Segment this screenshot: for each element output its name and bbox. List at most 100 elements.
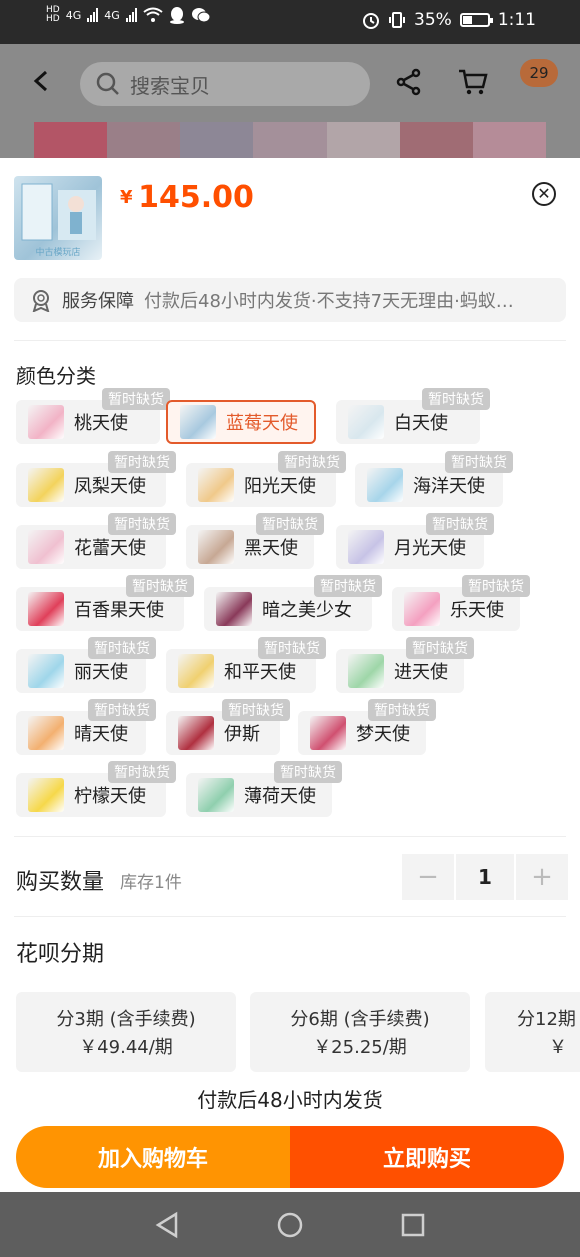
color-option-label: 进天使 — [394, 662, 448, 683]
search-bar[interactable]: 搜索宝贝 — [80, 62, 370, 106]
decrease-button[interactable]: − — [402, 854, 454, 900]
out-of-stock-tag: 暂时缺货 — [88, 637, 156, 659]
network-type-1: 4G — [65, 8, 82, 22]
installment-title: 花呗分期 — [16, 942, 105, 967]
color-option-label: 黑天使 — [244, 538, 298, 559]
network-type-2: 4G — [104, 8, 120, 22]
wechat-icon — [191, 8, 211, 23]
nav-recents-icon[interactable] — [400, 1212, 426, 1238]
color-option-chip[interactable]: 进天使 暂时缺货 — [336, 637, 474, 693]
service-text: 付款后48小时内发货·不支持7天无理由·蚂蚁… — [144, 291, 514, 312]
out-of-stock-tag: 暂时缺货 — [222, 699, 290, 721]
out-of-stock-tag: 暂时缺货 — [368, 699, 436, 721]
out-of-stock-tag: 暂时缺货 — [108, 451, 176, 473]
color-option-chip[interactable]: 乐天使 暂时缺货 — [392, 575, 530, 631]
color-option-chip[interactable]: 蓝莓天使 — [166, 400, 316, 444]
clock: 1:11 — [497, 10, 536, 30]
out-of-stock-tag: 暂时缺货 — [102, 388, 170, 410]
qq-icon — [169, 7, 184, 24]
color-option-thumbnail — [310, 716, 346, 750]
color-option-thumbnail — [216, 592, 252, 626]
vibrate-icon — [389, 12, 406, 28]
color-section-title: 颜色分类 — [16, 364, 96, 388]
divider — [14, 916, 566, 917]
out-of-stock-tag: 暂时缺货 — [462, 575, 530, 597]
signal-icon-2 — [125, 8, 137, 22]
installment-option-12[interactable]: 分12期 ￥ — [485, 992, 580, 1072]
wifi-icon — [143, 7, 163, 22]
close-icon[interactable]: ✕ — [532, 182, 556, 206]
buy-now-button[interactable]: 立即购买 — [290, 1126, 564, 1188]
badge-icon — [32, 290, 50, 312]
color-option-chip[interactable]: 桃天使 暂时缺货 — [16, 388, 170, 444]
hd-indicator: HD HD — [46, 6, 60, 24]
color-option-label: 晴天使 — [74, 724, 128, 745]
color-option-chip[interactable]: 梦天使 暂时缺货 — [298, 699, 436, 755]
nav-back-icon[interactable] — [154, 1211, 180, 1239]
out-of-stock-tag: 暂时缺货 — [426, 513, 494, 535]
color-option-label: 柠檬天使 — [74, 786, 146, 807]
thumbnail-caption: 中古模玩店 — [35, 248, 81, 258]
color-option-chip[interactable]: 花蕾天使 暂时缺货 — [16, 513, 176, 569]
service-label: 服务保障 — [62, 291, 134, 312]
color-option-chip[interactable]: 阳光天使 暂时缺货 — [186, 451, 346, 507]
color-option-label: 暗之美少女 — [262, 600, 352, 621]
color-option-thumbnail — [28, 592, 64, 626]
color-option-label: 海洋天使 — [413, 476, 485, 497]
color-option-chip[interactable]: 薄荷天使 暂时缺货 — [186, 761, 342, 817]
color-option-thumbnail — [28, 716, 64, 750]
add-to-cart-button[interactable]: 加入购物车 — [16, 1126, 290, 1188]
price-value: 145.00 — [138, 180, 254, 215]
quantity-value[interactable]: 1 — [456, 854, 514, 900]
out-of-stock-tag: 暂时缺货 — [445, 451, 513, 473]
sku-selector-sheet: 中古模玩店 ¥ 145.00 ✕ 服务保障 付款后48小时内发货·不支持7天无理… — [0, 158, 580, 1192]
color-option-thumbnail — [348, 405, 384, 439]
search-icon — [96, 72, 119, 95]
color-option-chip[interactable]: 伊斯 暂时缺货 — [166, 699, 290, 755]
increase-button[interactable]: + — [516, 854, 568, 900]
back-arrow-icon[interactable] — [30, 66, 54, 96]
installment-option-6[interactable]: 分6期 (含手续费) ￥25.25/期 — [250, 992, 470, 1072]
quantity-stepper: − 1 + — [402, 854, 568, 900]
color-option-chip[interactable]: 柠檬天使 暂时缺货 — [16, 761, 176, 817]
color-option-chip[interactable]: 海洋天使 暂时缺货 — [355, 451, 513, 507]
cart-icon[interactable] — [458, 68, 488, 96]
installment-option-3[interactable]: 分3期 (含手续费) ￥49.44/期 — [16, 992, 236, 1072]
color-option-thumbnail — [28, 530, 64, 564]
color-option-chip[interactable]: 晴天使 暂时缺货 — [16, 699, 156, 755]
status-bar: HD HD 4G 4G 35% 1:11 — [0, 0, 580, 44]
color-option-thumbnail — [28, 468, 64, 502]
color-option-chip[interactable]: 暗之美少女 暂时缺货 — [204, 575, 382, 631]
color-option-thumbnail — [348, 654, 384, 688]
color-option-chip[interactable]: 和平天使 暂时缺货 — [166, 637, 326, 693]
color-option-chip[interactable]: 百香果天使 暂时缺货 — [16, 575, 194, 631]
installment-amount: ￥ — [549, 1037, 567, 1058]
battery-percent: 35% — [414, 10, 452, 30]
color-option-chip[interactable]: 丽天使 暂时缺货 — [16, 637, 156, 693]
out-of-stock-tag: 暂时缺货 — [126, 575, 194, 597]
color-option-label: 梦天使 — [356, 724, 410, 745]
color-option-chip[interactable]: 凤梨天使 暂时缺货 — [16, 451, 176, 507]
service-guarantee[interactable]: 服务保障 付款后48小时内发货·不支持7天无理由·蚂蚁… — [14, 278, 566, 322]
out-of-stock-tag: 暂时缺货 — [108, 513, 176, 535]
product-thumbnail[interactable]: 中古模玩店 — [14, 176, 102, 260]
color-option-chip[interactable]: 黑天使 暂时缺货 — [186, 513, 324, 569]
color-option-chip[interactable]: 月光天使 暂时缺货 — [336, 513, 494, 569]
color-option-label: 白天使 — [394, 413, 448, 434]
divider — [14, 836, 566, 837]
alarm-icon — [363, 13, 380, 29]
installment-period: 分12期 — [517, 1009, 576, 1030]
color-option-thumbnail — [180, 405, 216, 439]
color-option-thumbnail — [28, 654, 64, 688]
price: ¥ 145.00 — [120, 180, 254, 215]
quantity-label: 购买数量 — [16, 870, 105, 895]
out-of-stock-tag: 暂时缺货 — [274, 761, 342, 783]
stock-count: 库存1件 — [120, 873, 182, 893]
out-of-stock-tag: 暂时缺货 — [314, 575, 382, 597]
installment-period: 分3期 (含手续费) — [56, 1009, 196, 1030]
color-option-label: 伊斯 — [224, 724, 260, 745]
nav-home-icon[interactable] — [276, 1211, 304, 1239]
status-right: 35% 1:11 — [362, 10, 536, 30]
color-option-chip[interactable]: 白天使 暂时缺货 — [336, 388, 490, 444]
share-icon[interactable] — [396, 68, 422, 96]
